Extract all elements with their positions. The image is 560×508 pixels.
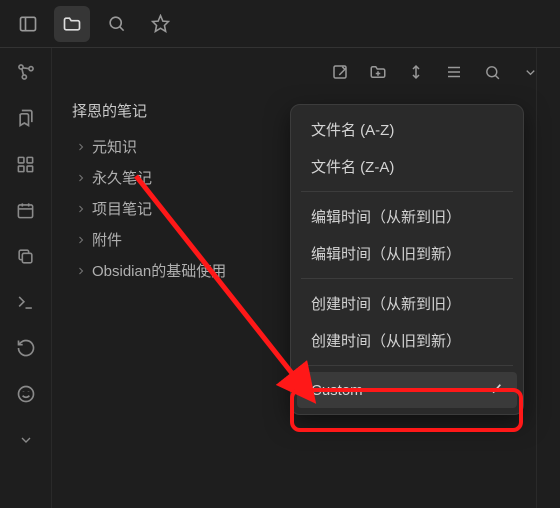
bookmark-alt-icon[interactable]	[10, 102, 42, 134]
sort-menu: 文件名 (A-Z) 文件名 (Z-A) 编辑时间（从新到旧） 编辑时间（从旧到新…	[290, 104, 524, 415]
collapse-icon[interactable]	[442, 60, 466, 84]
folder-label: 永久笔记	[92, 167, 152, 188]
menu-item-label: 文件名 (A-Z)	[311, 119, 394, 140]
chevron-right-icon	[74, 140, 88, 154]
file-toolbar	[62, 56, 550, 94]
menu-item-label: Custom	[311, 382, 363, 399]
sort-option-filename-za[interactable]: 文件名 (Z-A)	[297, 148, 517, 185]
smile-icon[interactable]	[10, 378, 42, 410]
search-small-icon[interactable]	[480, 60, 504, 84]
chevron-right-icon	[74, 233, 88, 247]
terminal-icon[interactable]	[10, 286, 42, 318]
sort-icon[interactable]	[404, 60, 428, 84]
chevron-down-icon[interactable]	[10, 424, 42, 456]
check-icon	[487, 380, 503, 400]
new-folder-icon[interactable]	[366, 60, 390, 84]
copy-icon[interactable]	[10, 240, 42, 272]
top-bar	[0, 0, 560, 48]
folder-label: 项目笔记	[92, 198, 152, 219]
activity-bar	[0, 48, 52, 508]
sort-option-created-old-new[interactable]: 创建时间（从旧到新）	[297, 322, 517, 359]
chevron-right-icon	[74, 202, 88, 216]
chevron-right-icon	[74, 264, 88, 278]
sort-option-filename-az[interactable]: 文件名 (A-Z)	[297, 111, 517, 148]
chevron-right-icon	[74, 171, 88, 185]
sort-option-edited-new-old[interactable]: 编辑时间（从新到旧）	[297, 198, 517, 235]
menu-separator	[301, 278, 513, 279]
menu-item-label: 编辑时间（从新到旧）	[311, 206, 461, 227]
folder-label: 附件	[92, 229, 122, 250]
menu-separator	[301, 365, 513, 366]
star-icon[interactable]	[142, 6, 178, 42]
sort-option-created-new-old[interactable]: 创建时间（从新到旧）	[297, 285, 517, 322]
folder-label: Obsidian的基础使用	[92, 260, 226, 281]
menu-separator	[301, 191, 513, 192]
sidebar-icon[interactable]	[10, 6, 46, 42]
right-pane-edge	[536, 48, 560, 508]
grid-icon[interactable]	[10, 148, 42, 180]
sort-option-edited-old-new[interactable]: 编辑时间（从旧到新）	[297, 235, 517, 272]
menu-item-label: 创建时间（从旧到新）	[311, 330, 461, 351]
folder-icon[interactable]	[54, 6, 90, 42]
menu-item-label: 编辑时间（从旧到新）	[311, 243, 461, 264]
sort-option-custom[interactable]: Custom	[297, 372, 517, 408]
search-icon[interactable]	[98, 6, 134, 42]
new-note-icon[interactable]	[328, 60, 352, 84]
history-icon[interactable]	[10, 332, 42, 364]
folder-label: 元知识	[92, 136, 137, 157]
menu-item-label: 创建时间（从新到旧）	[311, 293, 461, 314]
menu-item-label: 文件名 (Z-A)	[311, 156, 394, 177]
calendar-icon[interactable]	[10, 194, 42, 226]
graph-icon[interactable]	[10, 56, 42, 88]
